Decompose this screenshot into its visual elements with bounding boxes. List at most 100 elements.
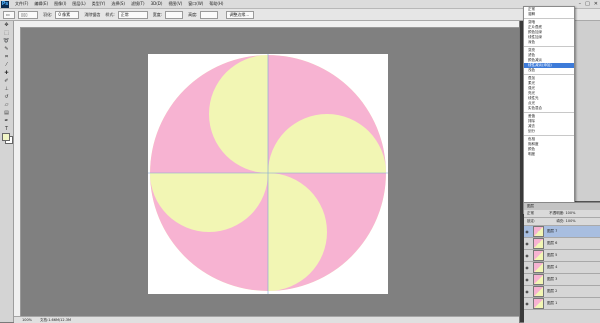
marquee-tool-icon[interactable]: ⬚ xyxy=(2,30,11,37)
eraser-tool-icon[interactable]: ▱ xyxy=(2,102,11,109)
layer-row[interactable]: ◉ 图层 4 xyxy=(524,262,600,274)
menu-item[interactable]: 滤镜(T) xyxy=(131,1,145,7)
blend-mode-select[interactable]: 正常 xyxy=(527,211,534,215)
layer-row[interactable]: ◉ 图层 7 xyxy=(524,226,600,238)
visibility-eye-icon[interactable]: ◉ xyxy=(524,289,530,294)
history-brush-icon[interactable]: ↺ xyxy=(2,94,11,101)
layer-row[interactable]: ◉ 图层 2 xyxy=(524,286,600,298)
blend-mode-dropdown[interactable]: 正常 溶解 变暗 正片叠底 颜色加深 线性加深 深色 变亮 滤色 颜色减淡 线性减淡(添加) 浅色 叠加… xyxy=(523,6,575,214)
visibility-eye-icon[interactable]: ◉ xyxy=(524,253,530,258)
layer-thumbnail xyxy=(533,298,544,309)
lock-label: 锁定: xyxy=(527,219,536,223)
blend-mode-option[interactable]: 划分 xyxy=(524,129,574,134)
opacity-value[interactable]: 100% xyxy=(565,211,575,215)
layers-blend-controls: 正常 不透明度: 100% xyxy=(524,210,600,218)
width-input[interactable] xyxy=(165,10,184,19)
style-label: 样式: xyxy=(105,11,115,17)
blend-mode-option[interactable]: 深色 xyxy=(524,40,574,45)
antialias-checkbox[interactable]: 消除锯齿 xyxy=(84,12,100,18)
quick-select-tool-icon[interactable]: ✎ xyxy=(2,46,11,53)
menu-separator xyxy=(524,74,574,75)
layer-thumbnail xyxy=(533,274,544,285)
layer-row[interactable]: ◉ 图层 3 xyxy=(524,274,600,286)
crop-tool-icon[interactable]: ⌗ xyxy=(2,54,11,61)
close-icon[interactable]: ✕ xyxy=(594,1,598,7)
blend-mode-option[interactable]: 实色混合 xyxy=(524,106,574,111)
visibility-eye-icon[interactable]: ◉ xyxy=(524,265,530,270)
width-label: 宽度: xyxy=(152,11,163,17)
layer-name: 图层 6 xyxy=(547,241,558,245)
layer-thumbnail xyxy=(533,250,544,261)
layers-lock-controls: 锁定: 填充: 100% xyxy=(524,218,600,226)
feather-label: 羽化: xyxy=(43,11,53,17)
type-tool-icon[interactable]: T xyxy=(2,126,11,133)
menu-separator xyxy=(524,135,574,136)
layer-name: 图层 1 xyxy=(547,301,558,305)
window-controls: – □ ✕ xyxy=(579,1,598,7)
menu-item[interactable]: 编辑(E) xyxy=(34,1,48,7)
visibility-eye-icon[interactable]: ◉ xyxy=(524,241,530,246)
visibility-eye-icon[interactable]: ◉ xyxy=(524,277,530,282)
menu-bar: Ps 文件(F) 编辑(E) 图像(I) 图层(L) 类型(Y) 选择(S) 滤镜(T) 3D… xyxy=(0,0,600,9)
healing-tool-icon[interactable]: ✚ xyxy=(2,70,11,77)
blend-mode-option[interactable]: 溶解 xyxy=(524,12,574,17)
menu-item[interactable]: 帮助(H) xyxy=(209,1,223,7)
canvas-artwork[interactable] xyxy=(14,21,519,316)
fill-label: 填充: xyxy=(556,219,565,223)
menu-item[interactable]: 3D(D) xyxy=(151,1,163,7)
maximize-icon[interactable]: □ xyxy=(585,1,590,7)
layers-panel-title[interactable]: 图层 xyxy=(524,203,600,210)
zoom-level[interactable]: 100% xyxy=(22,318,32,322)
gradient-tool-icon[interactable]: ▤ xyxy=(2,110,11,117)
blend-mode-option[interactable]: 明度 xyxy=(524,152,574,157)
layer-row[interactable]: ◉ 图层 1 xyxy=(524,298,600,310)
layer-name: 图层 2 xyxy=(547,289,558,293)
layer-thumbnail xyxy=(533,262,544,273)
menu-item[interactable]: 选择(S) xyxy=(111,1,125,7)
layer-name: 图层 7 xyxy=(547,229,558,233)
minimize-icon[interactable]: – xyxy=(579,1,582,7)
visibility-eye-icon[interactable]: ◉ xyxy=(524,301,530,306)
layer-row[interactable]: ◉ 图层 6 xyxy=(524,238,600,250)
layer-thumbnail xyxy=(533,238,544,249)
layer-name: 图层 4 xyxy=(547,265,558,269)
opacity-label: 不透明度: xyxy=(549,211,565,215)
style-select[interactable]: 正常 xyxy=(117,10,148,19)
fill-value[interactable]: 100% xyxy=(566,219,576,223)
height-label: 高度: xyxy=(188,11,198,17)
selection-mode-buttons[interactable]: ▯▯▯ xyxy=(18,10,38,19)
menu-items: 文件(F) 编辑(E) 图像(I) 图层(L) 类型(Y) 选择(S) 滤镜(T) 3D(D)… xyxy=(9,1,223,7)
menu-separator xyxy=(524,112,574,113)
layer-thumbnail xyxy=(533,286,544,297)
menu-separator xyxy=(524,18,574,19)
menu-item[interactable]: 文件(F) xyxy=(15,1,28,7)
color-swatches[interactable] xyxy=(2,133,13,144)
marquee-tool-preset[interactable]: ▭ xyxy=(3,10,15,19)
options-bar: ▭ ▯▯▯ 羽化: 0 像素 消除锯齿 样式: 正常 宽度: 高度: 调整边缘.… xyxy=(0,9,600,21)
move-tool-icon[interactable]: ✥ xyxy=(2,22,11,29)
menu-item[interactable]: 图层(L) xyxy=(72,1,85,7)
feather-input[interactable]: 0 像素 xyxy=(55,10,80,19)
lasso-tool-icon[interactable]: ➰ xyxy=(2,38,11,45)
blend-mode-option[interactable]: 浅色 xyxy=(524,68,574,73)
layers-panel: 图层 正常 不透明度: 100% 锁定: 填充: 100% ◉ 图层 7 ◉ 图层 6… xyxy=(524,202,600,323)
color-panel xyxy=(574,21,600,201)
brush-tool-icon[interactable]: ✐ xyxy=(2,78,11,85)
menu-item[interactable]: 窗口(W) xyxy=(188,1,203,7)
height-input[interactable] xyxy=(200,10,219,19)
tools-panel: ✥ ⬚ ➰ ✎ ⌗ ⁄ ✚ ✐ ⊥ ↺ ▱ ▤ ✒ T xyxy=(0,21,14,322)
photoshop-logo: Ps xyxy=(1,0,9,8)
visibility-eye-icon[interactable]: ◉ xyxy=(524,229,530,234)
menu-item[interactable]: 类型(Y) xyxy=(92,1,106,7)
refine-edge-button[interactable]: 调整边缘... xyxy=(226,10,255,19)
pen-tool-icon[interactable]: ✒ xyxy=(2,118,11,125)
document-window: 100% 文档:1.66M/12.3M xyxy=(14,21,519,323)
layer-list: ◉ 图层 7 ◉ 图层 6 ◉ 图层 5 ◉ 图层 4 ◉ 图层 3 ◉ 图层 2 ◉ 图层 1 xyxy=(524,226,600,310)
menu-item[interactable]: 视图(V) xyxy=(168,1,182,7)
eyedropper-tool-icon[interactable]: ⁄ xyxy=(2,62,11,69)
stamp-tool-icon[interactable]: ⊥ xyxy=(2,86,11,93)
layer-row[interactable]: ◉ 图层 5 xyxy=(524,250,600,262)
menu-item[interactable]: 图像(I) xyxy=(54,1,66,7)
menu-separator xyxy=(524,46,574,47)
foreground-color-swatch[interactable] xyxy=(2,133,10,141)
